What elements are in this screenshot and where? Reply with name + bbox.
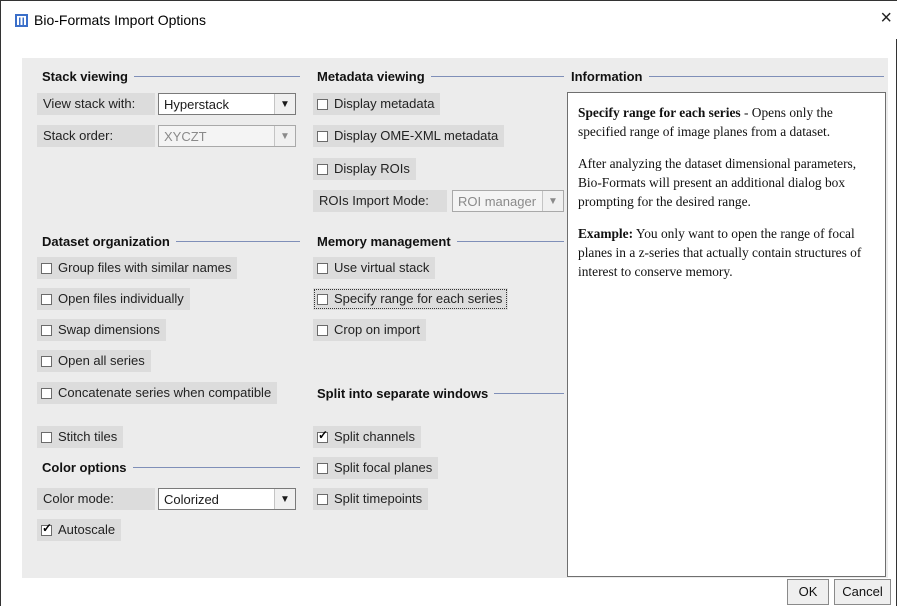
information-text-area: Specify range for each series - Opens on… — [567, 92, 886, 577]
checkbox-box — [317, 324, 328, 336]
rois-import-mode-select[interactable]: ROI manager ▼ — [452, 190, 564, 212]
import-options-window: Bio-Formats Import Options × Stack viewi… — [0, 0, 898, 606]
group-files-checkbox[interactable]: Group files with similar names — [37, 257, 238, 279]
checkbox-box — [41, 324, 52, 336]
checkbox-box — [41, 355, 52, 367]
split-channels-checkbox[interactable]: ✓ Split channels — [313, 426, 421, 448]
dataset-organization-header: Dataset organization — [42, 233, 300, 249]
view-stack-select[interactable]: Hyperstack ▼ — [158, 93, 296, 115]
stack-order-select[interactable]: XYCZT ▼ — [158, 125, 296, 147]
specify-range-checkbox[interactable]: Specify range for each series — [313, 288, 509, 310]
check-mark-icon: ✓ — [42, 520, 53, 535]
title-bar: Bio-Formats Import Options × — [1, 1, 898, 39]
split-focal-planes-checkbox[interactable]: Split focal planes — [313, 457, 439, 479]
info-paragraph-1: Specify range for each series - Opens on… — [578, 105, 833, 139]
display-ome-xml-checkbox[interactable]: Display OME-XML metadata — [313, 125, 505, 147]
cancel-button[interactable]: Cancel — [834, 579, 891, 605]
chevron-down-icon: ▼ — [274, 94, 295, 114]
open-individually-checkbox[interactable]: Open files individually — [37, 288, 190, 310]
swap-dimensions-checkbox[interactable]: Swap dimensions — [37, 319, 166, 341]
chevron-down-icon: ▼ — [274, 126, 295, 146]
checkbox-box — [41, 431, 52, 443]
open-all-series-checkbox[interactable]: Open all series — [37, 350, 151, 372]
stack-order-label: Stack order: — [37, 125, 155, 147]
checkbox-box — [317, 163, 328, 175]
crop-on-import-checkbox[interactable]: Crop on import — [313, 319, 426, 341]
color-mode-label: Color mode: — [37, 488, 155, 510]
checkbox-box — [317, 98, 328, 110]
checkbox-box — [317, 262, 328, 274]
display-metadata-checkbox[interactable]: Display metadata — [313, 93, 441, 115]
checkbox-box — [41, 293, 52, 305]
window-title: Bio-Formats Import Options — [34, 12, 206, 28]
checkbox-box — [41, 262, 52, 274]
checkbox-box: ✓ — [41, 520, 53, 536]
use-virtual-stack-checkbox[interactable]: Use virtual stack — [313, 257, 436, 279]
checkbox-box: ✓ — [317, 427, 329, 443]
metadata-viewing-header: Metadata viewing — [317, 68, 564, 84]
checkbox-box — [317, 293, 328, 305]
checkbox-box — [317, 493, 328, 505]
bio-formats-icon — [15, 14, 28, 27]
concatenate-series-checkbox[interactable]: Concatenate series when compatible — [37, 382, 278, 404]
checkbox-box — [317, 462, 328, 474]
display-rois-checkbox[interactable]: Display ROIs — [313, 158, 416, 180]
chevron-down-icon: ▼ — [274, 489, 295, 509]
checkbox-box — [317, 130, 328, 142]
ok-button[interactable]: OK — [787, 579, 829, 605]
color-mode-select[interactable]: Colorized ▼ — [158, 488, 296, 510]
info-paragraph-2: After analyzing the dataset dimensional … — [578, 156, 857, 209]
memory-management-header: Memory management — [317, 233, 564, 249]
close-icon[interactable]: × — [880, 8, 892, 28]
color-options-header: Color options — [42, 459, 300, 475]
rois-import-mode-label: ROIs Import Mode: — [313, 190, 447, 212]
split-timepoints-checkbox[interactable]: Split timepoints — [313, 488, 429, 510]
view-stack-label: View stack with: — [37, 93, 155, 115]
info-paragraph-3: Example: You only want to open the range… — [578, 226, 862, 279]
stitch-tiles-checkbox[interactable]: Stitch tiles — [37, 426, 124, 448]
check-mark-icon: ✓ — [318, 427, 329, 442]
stack-viewing-header: Stack viewing — [42, 68, 300, 84]
checkbox-box — [41, 387, 52, 399]
information-header: Information — [571, 68, 884, 84]
chevron-down-icon: ▼ — [542, 191, 563, 211]
autoscale-checkbox[interactable]: ✓ Autoscale — [37, 519, 122, 541]
split-windows-header: Split into separate windows — [317, 385, 564, 401]
